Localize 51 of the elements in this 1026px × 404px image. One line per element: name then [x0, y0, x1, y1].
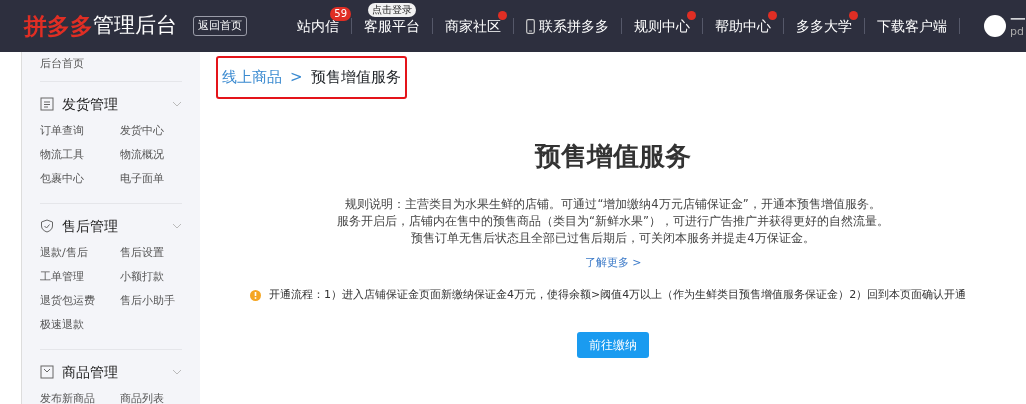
logo-brand: 拼多多	[24, 11, 93, 41]
learn-more-link[interactable]: 了解更多 >	[584, 254, 642, 272]
page-title: 预售增值服务	[535, 140, 691, 172]
sidebar-link[interactable]: 电子面单	[120, 171, 164, 185]
chevron-icon[interactable]	[172, 101, 182, 107]
sidebar-group-title[interactable]: 商品管理	[62, 361, 118, 383]
nav-link[interactable]: 客服平台	[364, 15, 420, 37]
rule-text: 预售订单无售后状态且全部已过售后期后，可关闭本服务并提走4万保证金。	[411, 229, 815, 247]
nav-link[interactable]: 帮助中心	[715, 15, 771, 37]
chevron-icon[interactable]	[172, 369, 182, 375]
sidebar-home-link[interactable]: 后台首页	[40, 56, 182, 81]
sidebar-link[interactable]: 小额打款	[120, 269, 164, 283]
sidebar-link[interactable]: 包裹中心	[40, 171, 84, 185]
nav-link[interactable]: 商家社区	[445, 15, 501, 37]
breadcrumb-current: 预售增值服务	[310, 67, 401, 88]
sidebar-link[interactable]: 退货包运费	[40, 293, 95, 307]
nav-link[interactable]: 多多大学	[796, 15, 852, 37]
warning-icon	[250, 289, 261, 301]
count-badge: 59	[330, 6, 351, 21]
user-account: pd	[1010, 26, 1025, 38]
phone-icon	[526, 18, 535, 34]
sidebar-link[interactable]: 发货中心	[120, 123, 164, 137]
notice-text: 开通流程：1）进入店铺保证金页面新缴纳保证金4万元，使得余额>阈值4万以上（作为生鲜类目预售增值服务保证金）2）回到本页面确认开通	[269, 287, 967, 304]
shield-icon	[40, 219, 54, 233]
sidebar-link[interactable]: 商品列表	[120, 391, 164, 404]
nav-link[interactable]: 规则中心	[634, 15, 690, 37]
sidebar-link[interactable]: 售后小助手	[120, 293, 175, 307]
sidebar-link[interactable]: 退款/售后	[40, 245, 88, 259]
sidebar-group-title[interactable]: 发货管理	[62, 93, 118, 115]
rule-text: 服务开启后，店铺内在售中的预售商品（类目为“新鲜水果”），可进行广告推广并获得更好的自然流量。	[337, 212, 889, 230]
sidebar-link[interactable]: 极速退款	[40, 317, 84, 331]
sidebar-link[interactable]: 物流工具	[40, 147, 84, 161]
sidebar-link[interactable]: 订单查询	[40, 123, 84, 137]
logo-text: 管理后台	[93, 12, 177, 40]
rule-text: 规则说明：主营类目为水果生鲜的店铺。可通过“增加缴纳4万元店铺保证金”，开通本预售增值服务。	[345, 195, 881, 213]
back-home-button[interactable]: 返回首页	[193, 15, 247, 37]
sidebar-group-title[interactable]: 售后管理	[62, 215, 118, 237]
nav-link[interactable]: 联系拼多多	[526, 15, 609, 37]
breadcrumb-separator: >	[290, 67, 303, 88]
user-name: 一	[1010, 14, 1026, 26]
chevron-icon[interactable]	[172, 223, 182, 229]
sidebar-link[interactable]: 工单管理	[40, 269, 84, 283]
box-icon	[40, 365, 54, 379]
document-icon	[40, 97, 54, 111]
login-tooltip: 点击登录	[368, 2, 416, 17]
nav-link[interactable]: 下载客户端	[877, 15, 947, 37]
avatar	[984, 15, 1006, 37]
sidebar-link[interactable]: 售后设置	[120, 245, 164, 259]
sidebar-link[interactable]: 发布新商品	[40, 391, 95, 404]
sidebar-link[interactable]: 物流概况	[120, 147, 164, 161]
breadcrumb-link[interactable]: 线上商品	[222, 66, 282, 89]
